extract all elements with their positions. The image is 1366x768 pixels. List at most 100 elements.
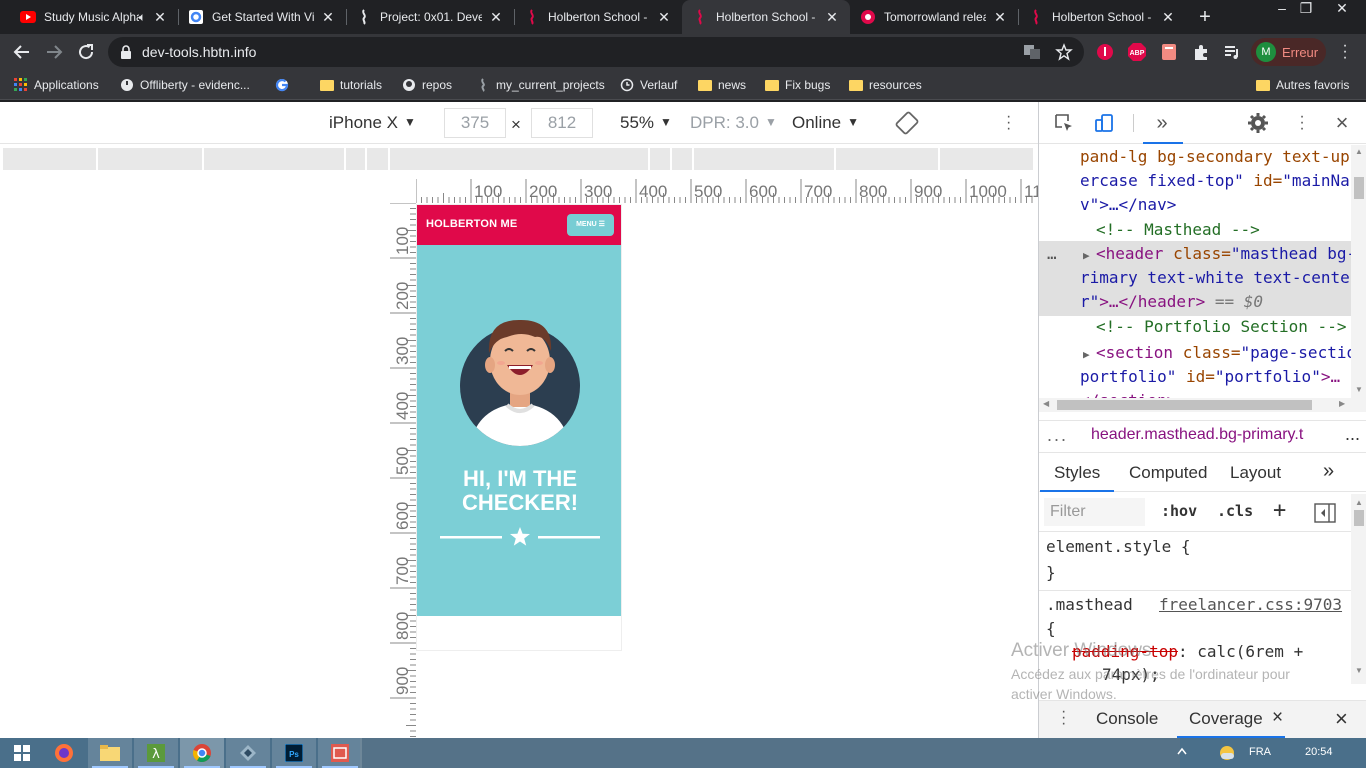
- expand-triangle-icon[interactable]: ▶: [1083, 244, 1090, 268]
- dom-line[interactable]: r": [1080, 292, 1099, 311]
- device-select[interactable]: iPhone X ▼: [329, 113, 416, 133]
- browser-tab[interactable]: Tomorrowland release ✕: [850, 0, 1018, 34]
- screenshot-tool-icon[interactable]: [318, 738, 362, 768]
- address-bar[interactable]: dev-tools.hbtn.info: [108, 37, 1084, 67]
- elements-vertical-scrollbar[interactable]: ▲ ▼: [1351, 145, 1366, 399]
- gear-icon[interactable]: [1247, 112, 1269, 134]
- width-input[interactable]: 375: [444, 108, 506, 138]
- browser-tab[interactable]: Holberton School - ✕: [514, 0, 682, 34]
- more-options-icon[interactable]: · · ·: [1006, 109, 1011, 137]
- puzzle-icon[interactable]: [1191, 42, 1211, 62]
- bookmark-offliberty[interactable]: Offliberty - evidenc...: [120, 76, 250, 94]
- browser-menu-icon[interactable]: · · ·: [1340, 38, 1350, 66]
- browser-tab[interactable]: Holberton School - ✕: [1018, 0, 1186, 34]
- height-input[interactable]: 812: [531, 108, 593, 138]
- extension-icon[interactable]: [1159, 42, 1179, 62]
- start-button[interactable]: [0, 738, 44, 768]
- bookmark-my-current-projects[interactable]: my_current_projects: [476, 76, 605, 94]
- expand-triangle-icon[interactable]: ▶: [1083, 343, 1090, 367]
- tray-chevron-icon[interactable]: [1176, 744, 1188, 760]
- tab-console[interactable]: Console: [1096, 709, 1158, 729]
- dom-line[interactable]: <section: [1096, 343, 1173, 362]
- css-source-link[interactable]: freelancer.css:9703: [1159, 595, 1342, 614]
- bookmark-folder-tutorials[interactable]: tutorials: [320, 76, 382, 94]
- dpr-select[interactable]: DPR: 3.0 ▼: [690, 113, 777, 133]
- page-menu-button[interactable]: MENU ☰: [567, 214, 614, 236]
- bookmark-folder-resources[interactable]: resources: [849, 76, 922, 94]
- customize-devtools-icon[interactable]: · · ·: [1291, 109, 1313, 137]
- dom-line[interactable]: ercase fixed-top": [1080, 171, 1244, 190]
- language-indicator[interactable]: FRA: [1249, 746, 1271, 758]
- elements-horizontal-scrollbar[interactable]: ◀ ▶: [1039, 398, 1366, 412]
- bookmark-applications[interactable]: Applications: [14, 76, 99, 94]
- url-text[interactable]: dev-tools.hbtn.info: [142, 44, 256, 60]
- adblock-icon[interactable]: ABP: [1127, 42, 1147, 62]
- bookmark-star-icon[interactable]: [1054, 42, 1074, 62]
- close-tab-icon[interactable]: ✕: [992, 9, 1008, 26]
- clock[interactable]: 20:54: [1305, 746, 1333, 758]
- styles-filter-input[interactable]: Filter: [1044, 498, 1145, 526]
- close-tab-icon[interactable]: ✕: [320, 9, 336, 26]
- dom-line[interactable]: rimary text-white text-cente: [1080, 268, 1350, 287]
- elements-tree[interactable]: pand-lg bg-secondary text-up ercase fixe…: [1039, 145, 1366, 399]
- restore-button[interactable]: ❐: [1292, 0, 1320, 18]
- terminal-icon[interactable]: λ: [134, 738, 178, 768]
- zoom-select[interactable]: 55% ▼: [620, 113, 672, 133]
- back-button[interactable]: [10, 40, 34, 64]
- toggle-sidebar-icon[interactable]: [1314, 503, 1336, 523]
- page-brand[interactable]: HOLBERTON ME: [426, 218, 517, 230]
- extension-shield-icon[interactable]: [1095, 42, 1115, 62]
- hov-button[interactable]: :hov: [1161, 502, 1197, 520]
- more-panels-icon[interactable]: »: [1151, 112, 1173, 134]
- css-selector[interactable]: .masthead: [1046, 595, 1133, 614]
- media-queue-icon[interactable]: [1222, 42, 1242, 62]
- tab-styles[interactable]: Styles: [1054, 463, 1100, 483]
- close-drawer-icon[interactable]: ×: [1335, 706, 1348, 732]
- tab-computed[interactable]: Computed: [1129, 463, 1207, 483]
- bookmark-folder-fix-bugs[interactable]: Fix bugs: [765, 76, 830, 94]
- node-actions-icon[interactable]: …: [1047, 242, 1057, 266]
- firefox-icon[interactable]: [42, 738, 86, 768]
- dom-line[interactable]: portfolio": [1080, 367, 1176, 386]
- new-style-rule-button[interactable]: +: [1273, 498, 1286, 523]
- network-throttle-select[interactable]: Online ▼: [792, 113, 859, 133]
- close-tab-icon[interactable]: ✕: [824, 9, 840, 26]
- app-icon[interactable]: [226, 738, 270, 768]
- translate-icon[interactable]: [1022, 42, 1042, 62]
- browser-tab[interactable]: Get Started With Vim ✕: [178, 0, 346, 34]
- drawer-menu-icon[interactable]: · · ·: [1061, 704, 1066, 732]
- dom-line[interactable]: pand-lg bg-secondary text-up: [1080, 147, 1350, 166]
- close-tab-icon[interactable]: ✕: [488, 9, 504, 26]
- browser-tab[interactable]: Project: 0x01. Develop ✕: [346, 0, 514, 34]
- speaker-icon[interactable]: 🔈︎: [139, 10, 146, 25]
- dom-comment[interactable]: <!-- Masthead -->: [1096, 218, 1260, 242]
- profile-button[interactable]: M Erreur: [1251, 38, 1326, 66]
- close-coverage-tab-icon[interactable]: ×: [1272, 707, 1283, 729]
- new-tab-button[interactable]: +: [1193, 5, 1217, 29]
- styles-scrollbar[interactable]: ▲ ▼: [1351, 494, 1366, 684]
- bookmark-repos[interactable]: repos: [402, 76, 452, 94]
- close-tab-icon[interactable]: ✕: [152, 9, 168, 26]
- bookmark-folder-news[interactable]: news: [698, 76, 746, 94]
- close-tab-icon[interactable]: ✕: [1160, 9, 1176, 26]
- tab-layout[interactable]: Layout: [1230, 463, 1281, 483]
- tab-coverage[interactable]: Coverage: [1189, 709, 1263, 729]
- photoshop-icon[interactable]: Ps: [272, 738, 316, 768]
- close-window-button[interactable]: ✕: [1328, 0, 1356, 18]
- chrome-icon[interactable]: [180, 738, 224, 768]
- reload-button[interactable]: [74, 40, 98, 64]
- close-devtools-icon[interactable]: ×: [1331, 110, 1353, 135]
- bookmark-google[interactable]: [275, 76, 295, 94]
- bookmark-history[interactable]: Verlauf: [620, 76, 677, 94]
- dom-line[interactable]: <header: [1096, 244, 1163, 263]
- rotate-icon[interactable]: [895, 111, 919, 135]
- file-explorer-icon[interactable]: [88, 738, 132, 768]
- breadcrumb-overflow-right[interactable]: ...: [1341, 424, 1361, 445]
- breadcrumb-overflow-left[interactable]: ...: [1047, 425, 1068, 446]
- dom-comment[interactable]: <!-- Portfolio Section -->: [1096, 315, 1346, 339]
- device-toolbar-toggle-icon[interactable]: [1093, 112, 1115, 134]
- breadcrumb-item[interactable]: header.masthead.bg-primary.t: [1091, 426, 1303, 444]
- weather-icon[interactable]: [1219, 745, 1235, 761]
- bookmark-other-favorites[interactable]: Autres favoris: [1256, 76, 1349, 94]
- more-tabs-icon[interactable]: »: [1323, 460, 1334, 483]
